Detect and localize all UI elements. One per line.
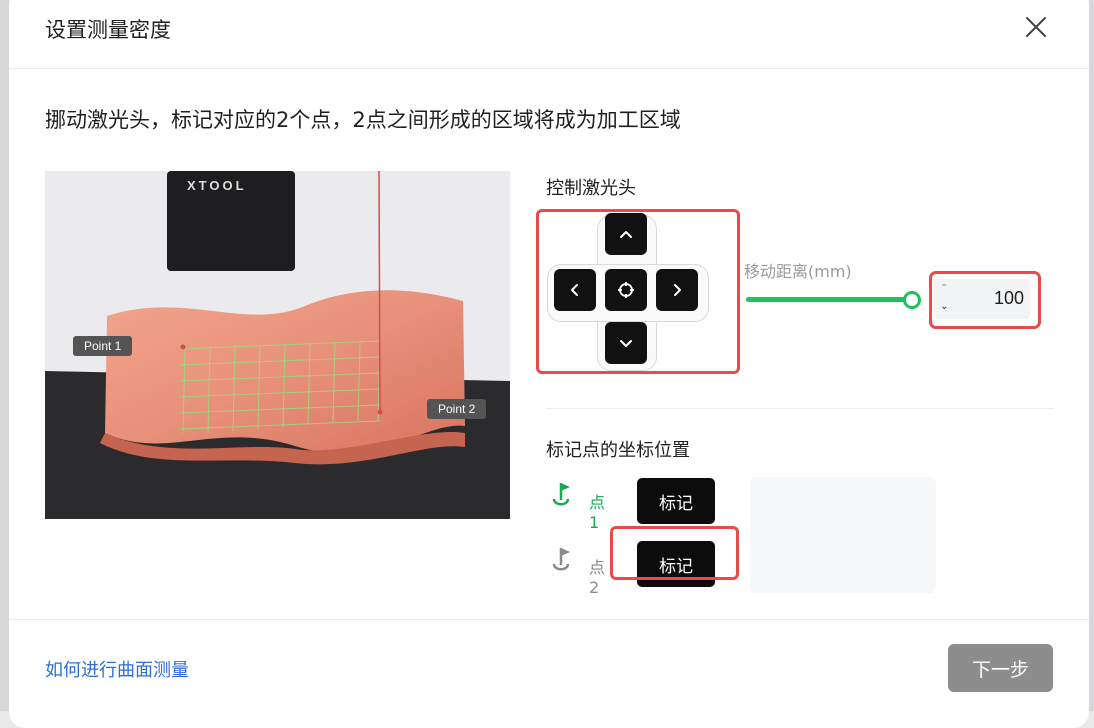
close-button[interactable] xyxy=(1023,14,1049,40)
distance-input-highlight: ⌃ ⌄ 100 xyxy=(929,271,1041,329)
control-laser-title: 控制激光头 xyxy=(546,178,636,199)
measurement-illustration: Point 1 Point 2 XTOOL xyxy=(45,171,510,519)
move-down-button[interactable] xyxy=(605,322,647,364)
chevron-up-icon xyxy=(620,231,632,238)
close-icon xyxy=(1026,17,1046,37)
decrement-button[interactable]: ⌄ xyxy=(940,301,952,313)
instruction-text: 挪动激光头，标记对应的2个点，2点之间形成的区域将成为加工区域 xyxy=(45,108,681,132)
distance-slider-track[interactable] xyxy=(746,297,912,302)
increment-button[interactable]: ⌃ xyxy=(940,283,952,295)
chevron-right-icon xyxy=(674,284,681,296)
distance-stepper[interactable]: ⌃ ⌄ 100 xyxy=(934,279,1030,319)
mark-point1-button[interactable]: 标记 xyxy=(637,478,715,524)
point1-tag: Point 1 xyxy=(73,336,133,356)
move-distance-label: 移动距离(mm) xyxy=(744,262,852,281)
crosshair-icon xyxy=(618,282,634,298)
distance-value[interactable]: 100 xyxy=(994,288,1024,309)
move-left-button[interactable] xyxy=(554,269,596,311)
direction-pad xyxy=(536,209,740,374)
chevron-down-icon xyxy=(620,340,632,347)
distance-slider-thumb[interactable] xyxy=(903,291,921,309)
home-crosshair-button[interactable] xyxy=(605,269,647,311)
dialog-title: 设置测量密度 xyxy=(45,18,171,42)
dialog-header: 设置测量密度 xyxy=(9,0,1089,69)
footer-divider xyxy=(9,619,1089,620)
mark-points-title: 标记点的坐标位置 xyxy=(546,440,690,461)
coordinate-display xyxy=(750,477,936,593)
point1-label: 点1 xyxy=(589,493,606,532)
measure-density-dialog: 设置测量密度 挪动激光头，标记对应的2个点，2点之间形成的区域将成为加工区域 P… xyxy=(9,0,1089,728)
mark-point2-highlight xyxy=(610,526,739,580)
next-step-button[interactable]: 下一步 xyxy=(948,644,1053,692)
chevron-left-icon xyxy=(571,284,578,296)
point2-tag: Point 2 xyxy=(427,399,487,419)
move-right-button[interactable] xyxy=(656,269,698,311)
move-up-button[interactable] xyxy=(605,213,647,255)
flag-pin-icon xyxy=(552,548,570,571)
laser-head-brand: XTOOL xyxy=(187,178,247,193)
section-divider xyxy=(546,408,1054,409)
point2-label: 点2 xyxy=(589,558,606,597)
curved-measure-help-link[interactable]: 如何进行曲面测量 xyxy=(45,656,189,682)
flag-pin-icon xyxy=(552,483,570,506)
